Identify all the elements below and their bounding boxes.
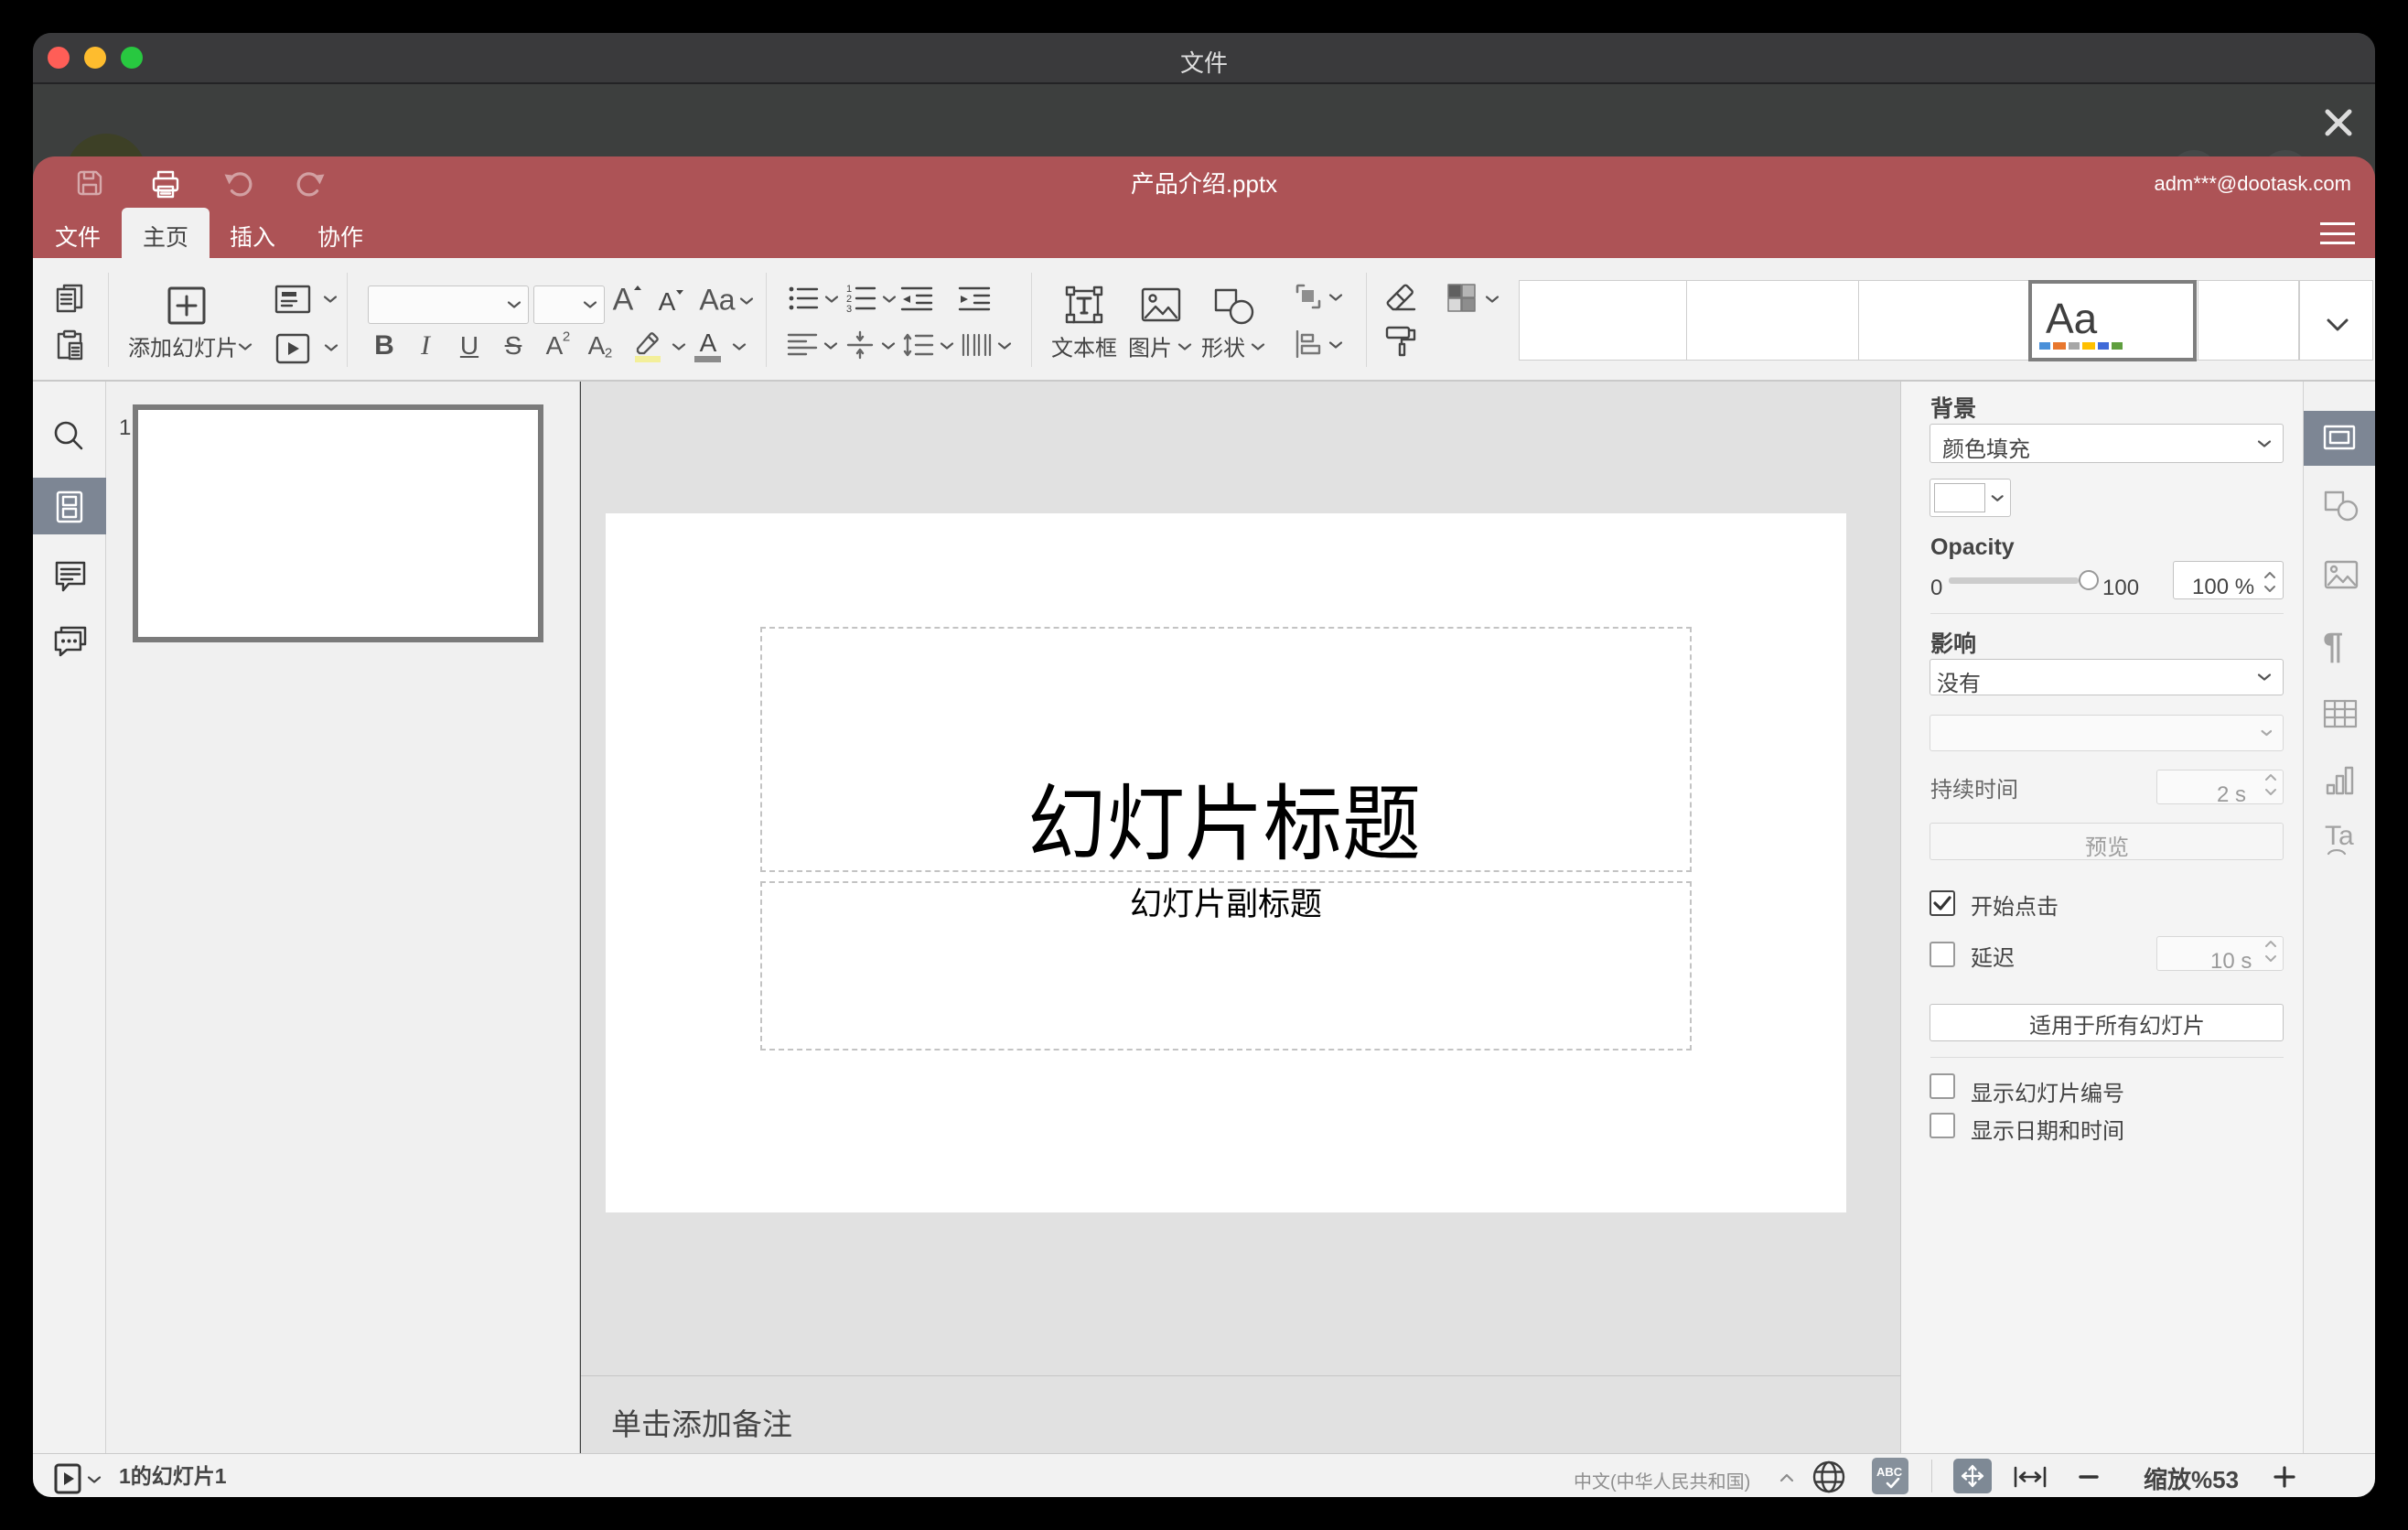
svg-text:3: 3 [846, 304, 852, 313]
svg-text:Ta: Ta [2325, 821, 2354, 851]
svg-text:ABC: ABC [1876, 1465, 1903, 1478]
